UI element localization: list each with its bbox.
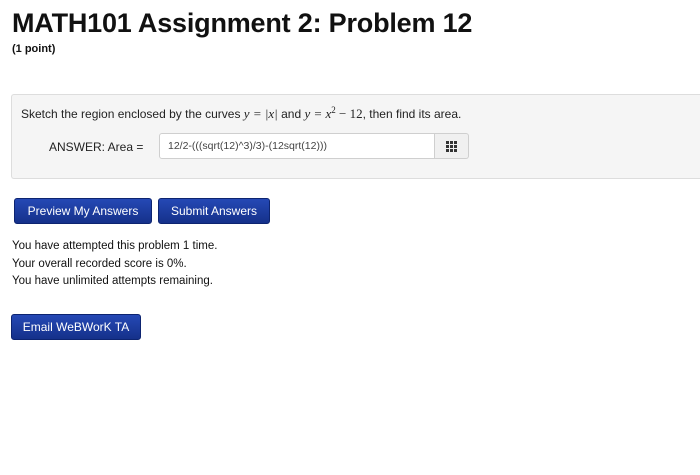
curve-2-rest: − 12 <box>335 106 363 121</box>
attempt-status: You have attempted this problem 1 time. … <box>12 238 217 291</box>
problem-points: (1 point) <box>12 43 56 55</box>
statement-text-before: Sketch the region enclosed by the curves <box>21 107 244 121</box>
curve-2-base: y = x <box>304 106 332 121</box>
problem-statement: Sketch the region enclosed by the curves… <box>21 106 461 122</box>
submit-answers-button[interactable]: Submit Answers <box>158 198 270 224</box>
statement-text-middle: and <box>277 107 305 121</box>
answer-label: ANSWER: Area = <box>49 140 144 154</box>
remaining-text: You have unlimited attempts remaining. <box>12 275 213 287</box>
curve-2-formula: y = x2 − 12 <box>304 106 363 122</box>
attempts-text: You have attempted this problem 1 time. <box>12 240 218 252</box>
preview-answers-button[interactable]: Preview My Answers <box>14 198 152 224</box>
score-text: Your overall recorded score is 0%. <box>12 257 187 270</box>
email-ta-button[interactable]: Email WeBWorK TA <box>11 314 141 340</box>
page-title: MATH101 Assignment 2: Problem 12 <box>12 8 473 38</box>
statement-text-after: , then find its area. <box>362 107 462 121</box>
equation-palette-button[interactable] <box>435 133 469 159</box>
problem-panel: Sketch the region enclosed by the curves… <box>11 94 700 179</box>
curve-1-formula: y = |x| <box>243 106 278 121</box>
answer-input[interactable] <box>159 133 435 159</box>
grid-icon <box>446 140 457 152</box>
